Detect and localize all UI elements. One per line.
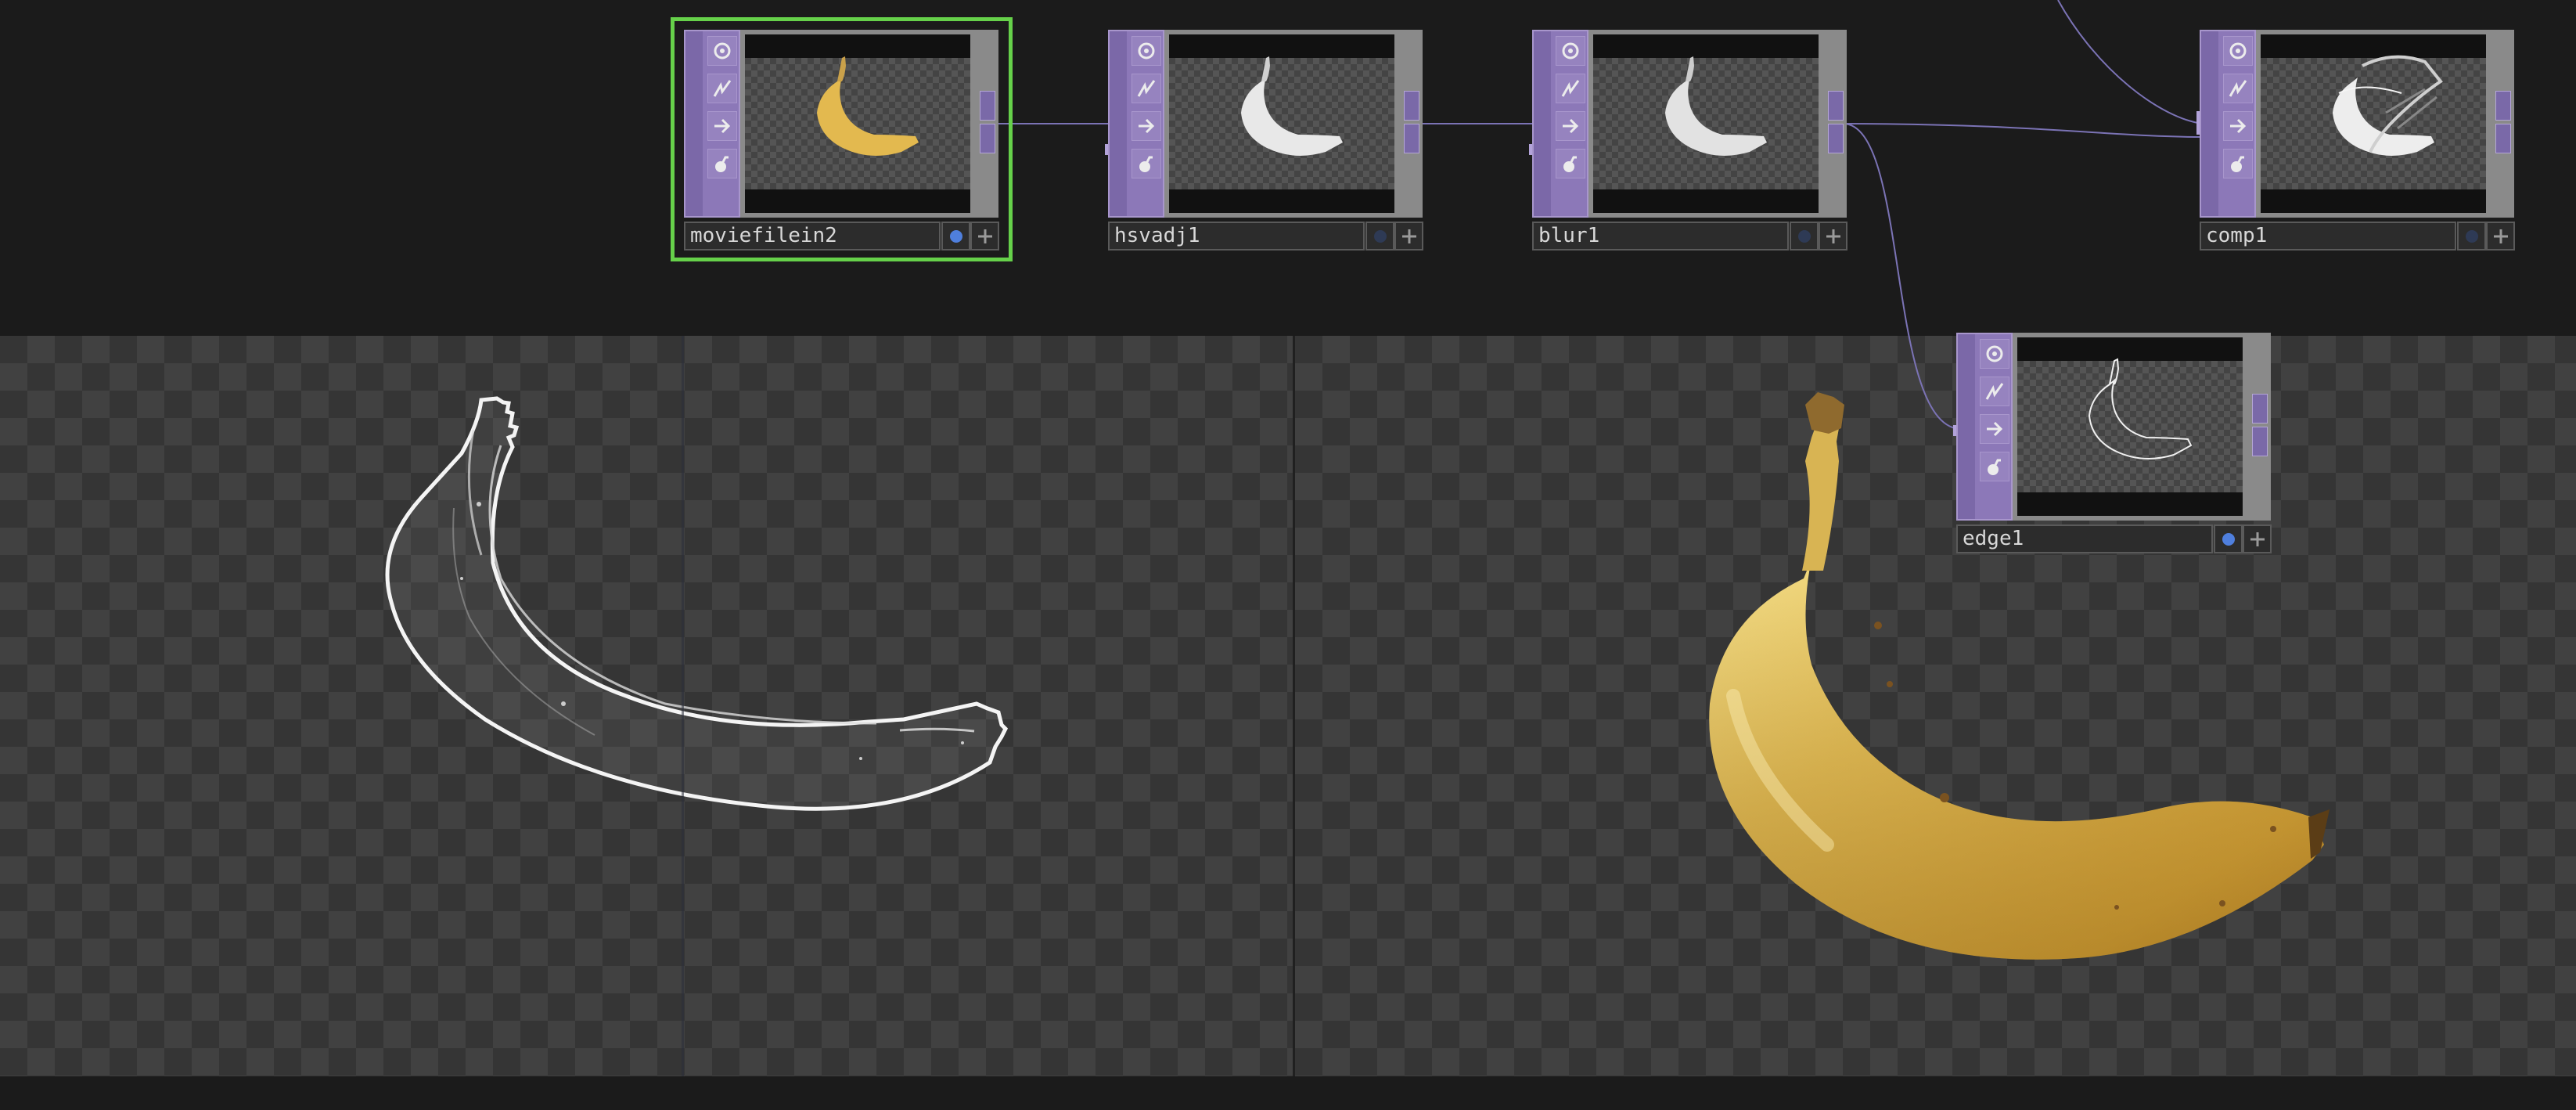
node-edge1[interactable]: edge1 <box>1953 333 2272 553</box>
arrow-right-icon[interactable] <box>1131 111 1161 141</box>
node-name[interactable]: comp1 <box>2200 222 2456 250</box>
node-comp1[interactable]: comp1 <box>2196 30 2515 250</box>
node-output-strip[interactable] <box>2247 333 2271 521</box>
node-thumbnail[interactable] <box>2013 333 2247 521</box>
node-name[interactable]: moviefilein2 <box>684 222 941 250</box>
arrow-right-icon[interactable] <box>2223 111 2253 141</box>
lock-graph-icon[interactable] <box>2223 74 2253 103</box>
display-flag-button[interactable] <box>941 222 970 250</box>
lock-icon[interactable] <box>2223 149 2253 178</box>
thumbnail-banana-color <box>817 56 919 156</box>
node-blur1[interactable]: blur1 <box>1529 30 1847 250</box>
node-output-strip[interactable] <box>2491 30 2514 218</box>
lock-icon[interactable] <box>1131 149 1161 178</box>
lock-icon[interactable] <box>1556 149 1585 178</box>
banana-edge-image <box>385 396 1009 811</box>
node-hsvadj1[interactable]: hsvadj1 <box>1105 30 1423 250</box>
lock-graph-icon[interactable] <box>1131 74 1161 103</box>
node-thumbnail[interactable] <box>740 30 975 218</box>
lock-graph-icon[interactable] <box>1556 74 1585 103</box>
pin-icon[interactable] <box>1394 222 1423 250</box>
viewer-edge-output[interactable] <box>0 336 1293 1076</box>
display-flag-button[interactable] <box>2214 524 2243 553</box>
pin-icon[interactable] <box>1819 222 1847 250</box>
lock-graph-icon[interactable] <box>1980 377 2009 406</box>
pin-icon[interactable] <box>2243 524 2272 553</box>
arrow-right-icon[interactable] <box>707 111 737 141</box>
thumbnail-banana-edge <box>2088 358 2193 459</box>
thumbnail-banana-gray <box>1241 56 1343 156</box>
pin-icon[interactable] <box>970 222 999 250</box>
display-flag-button[interactable] <box>1365 222 1394 250</box>
pin-icon[interactable] <box>2486 222 2515 250</box>
wire-offscreen-comp1[interactable] <box>2057 0 2203 124</box>
arrow-right-icon[interactable] <box>1556 111 1585 141</box>
node-thumbnail[interactable] <box>1588 30 1823 218</box>
lock-icon[interactable] <box>1980 452 2009 481</box>
bypass-icon[interactable] <box>707 36 737 66</box>
node-output-strip[interactable] <box>975 30 998 218</box>
node-thumbnail[interactable] <box>2256 30 2491 218</box>
display-flag-button[interactable] <box>2457 222 2486 250</box>
node-name[interactable]: edge1 <box>1956 524 2213 553</box>
lock-graph-icon[interactable] <box>707 74 737 103</box>
guide-line <box>682 336 684 1110</box>
display-flag-button[interactable] <box>1790 222 1819 250</box>
bypass-icon[interactable] <box>2223 36 2253 66</box>
wire-blur1-comp1[interactable] <box>1843 123 2203 138</box>
arrow-right-icon[interactable] <box>1980 414 2009 444</box>
bypass-icon[interactable] <box>1980 339 2009 369</box>
viewer-color-output[interactable] <box>1295 336 2576 1076</box>
bypass-icon[interactable] <box>1131 36 1161 66</box>
node-output-strip[interactable] <box>1823 30 1847 218</box>
node-thumbnail[interactable] <box>1164 30 1399 218</box>
node-moviefilein2[interactable]: moviefilein2 <box>684 30 999 250</box>
bypass-icon[interactable] <box>1556 36 1585 66</box>
node-output-strip[interactable] <box>1399 30 1423 218</box>
bottom-bar <box>0 1076 2576 1110</box>
node-name[interactable]: hsvadj1 <box>1108 222 1365 250</box>
thumbnail-banana-blurred <box>1665 56 1767 156</box>
node-name[interactable]: blur1 <box>1532 222 1789 250</box>
banana-color-image <box>1709 392 2330 960</box>
thumbnail-banana-composite <box>2333 55 2443 156</box>
lock-icon[interactable] <box>707 149 737 178</box>
viewer-divider[interactable] <box>1293 336 1295 1076</box>
